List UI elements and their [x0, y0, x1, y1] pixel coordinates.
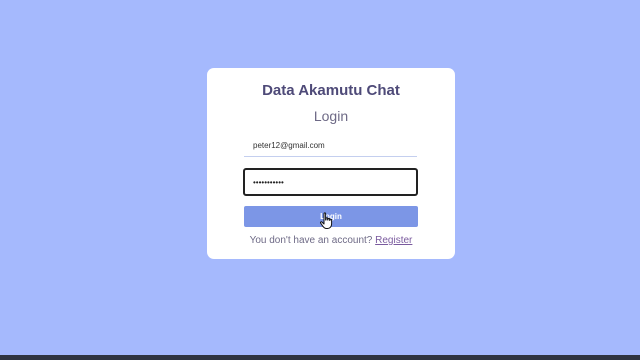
- password-field[interactable]: [243, 168, 418, 196]
- hand-pointer-icon: [319, 212, 333, 229]
- app-title: Data Akamutu Chat: [262, 82, 400, 99]
- taskbar-strip: [0, 355, 640, 360]
- email-field[interactable]: [244, 135, 417, 157]
- register-link[interactable]: Register: [375, 235, 412, 246]
- form-heading: Login: [313, 108, 349, 124]
- register-prompt: You don't have an account?: [249, 235, 373, 246]
- register-row: You don't have an account? Register: [207, 234, 455, 248]
